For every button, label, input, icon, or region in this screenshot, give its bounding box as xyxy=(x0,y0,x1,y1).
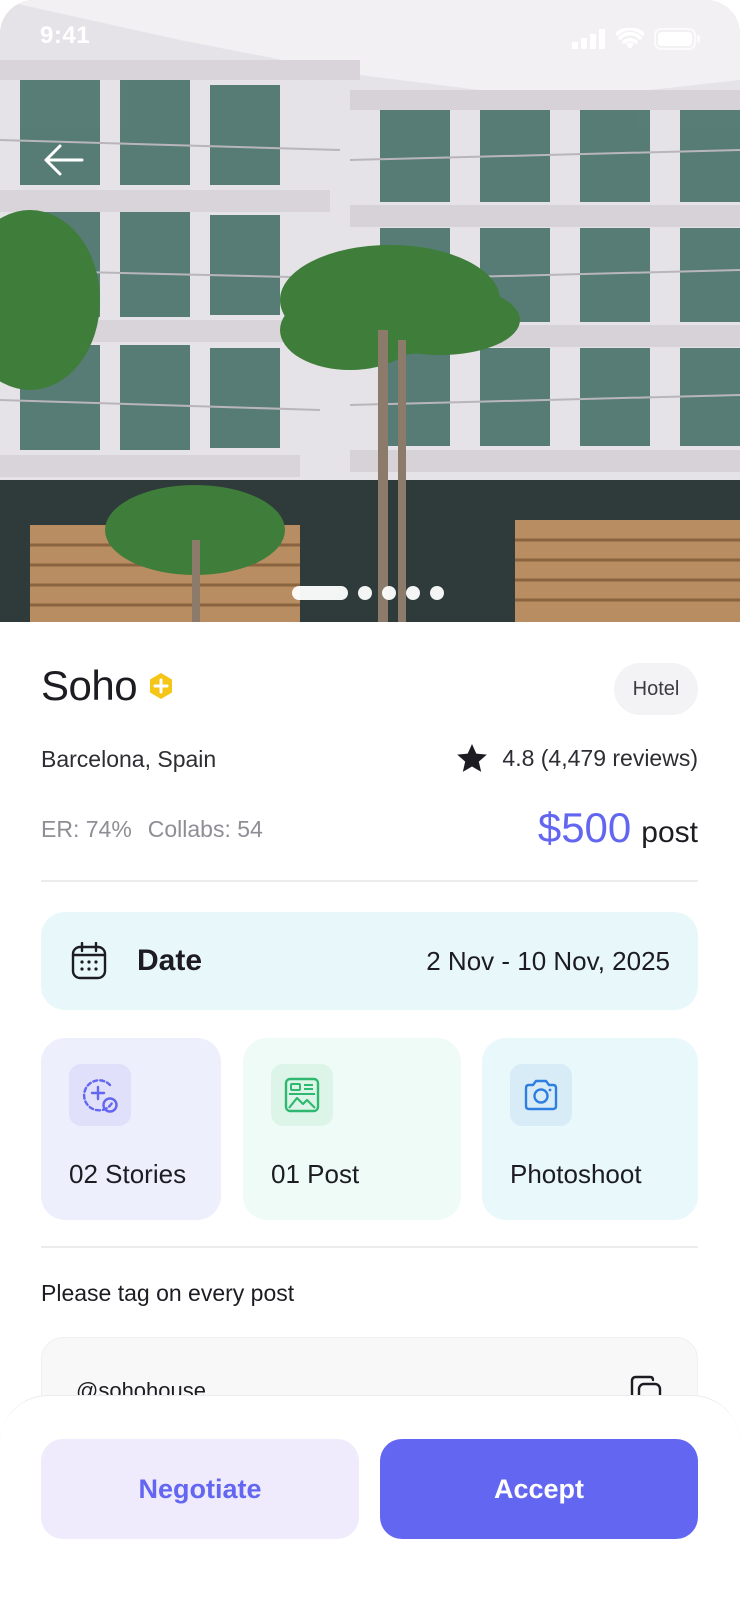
status-icons xyxy=(572,28,700,50)
carousel-dot[interactable] xyxy=(406,586,420,600)
accept-button[interactable]: Accept xyxy=(380,1439,698,1539)
price-unit: post xyxy=(641,816,698,849)
status-time: 9:41 xyxy=(40,22,91,49)
story-add-icon xyxy=(82,1079,118,1113)
hotel-photo xyxy=(0,0,740,622)
rating-text: 4.8 (4,479 reviews) xyxy=(502,744,698,771)
location-text: Barcelona, Spain xyxy=(41,746,217,772)
post-image-icon xyxy=(284,1077,320,1113)
date-card[interactable]: Date 2 Nov - 10 Nov, 2025 xyxy=(41,912,698,1010)
carousel-indicator[interactable] xyxy=(292,586,444,600)
tag-instruction: Please tag on every post xyxy=(41,1280,295,1306)
verified-badge-icon xyxy=(150,673,173,699)
divider xyxy=(41,880,698,882)
wifi-icon xyxy=(616,28,644,49)
hero-image[interactable]: 9:41 xyxy=(0,0,740,622)
deliverable-label: Photoshoot xyxy=(510,1159,642,1189)
photoshoot-icon-box xyxy=(510,1064,572,1126)
rating: 4.8 (4,479 reviews) xyxy=(456,743,698,773)
post-icon-box xyxy=(271,1064,333,1126)
signal-icon xyxy=(572,29,605,49)
camera-icon xyxy=(524,1079,558,1111)
arrow-left-icon xyxy=(44,144,84,176)
engagement-rate: ER: 74% xyxy=(41,816,132,842)
carousel-dot[interactable] xyxy=(430,586,444,600)
divider xyxy=(41,1246,698,1248)
stories-icon-box xyxy=(69,1064,131,1126)
date-label: Date xyxy=(137,944,203,977)
price: $500 xyxy=(537,804,632,851)
listing-type-chip: Hotel xyxy=(614,663,698,715)
deliverable-label: 01 Post xyxy=(271,1159,360,1189)
carousel-dot[interactable] xyxy=(358,586,372,600)
action-bar: Negotiate Accept xyxy=(0,1395,740,1600)
date-range: 2 Nov - 10 Nov, 2025 xyxy=(426,945,670,976)
collabs-count: Collabs: 54 xyxy=(147,816,263,842)
star-icon xyxy=(457,744,488,772)
stats: ER: 74% Collabs: 54 xyxy=(41,816,263,843)
carousel-dot-active[interactable] xyxy=(292,586,348,600)
negotiate-button[interactable]: Negotiate xyxy=(41,1439,359,1539)
title-row: Soho xyxy=(41,662,175,710)
deliverable-label: 02 Stories xyxy=(69,1159,187,1189)
deliverable-stories[interactable]: 02 Stories xyxy=(41,1038,221,1220)
deliverable-post[interactable]: 01 Post xyxy=(243,1038,461,1220)
battery-icon xyxy=(654,28,700,50)
deliverable-photoshoot[interactable]: Photoshoot xyxy=(482,1038,698,1220)
price-row: $500 post xyxy=(538,804,698,852)
status-bar: 9:41 xyxy=(0,0,740,80)
calendar-icon xyxy=(71,942,107,980)
listing-title: Soho xyxy=(41,662,138,709)
back-button[interactable] xyxy=(42,140,86,180)
carousel-dot[interactable] xyxy=(382,586,396,600)
